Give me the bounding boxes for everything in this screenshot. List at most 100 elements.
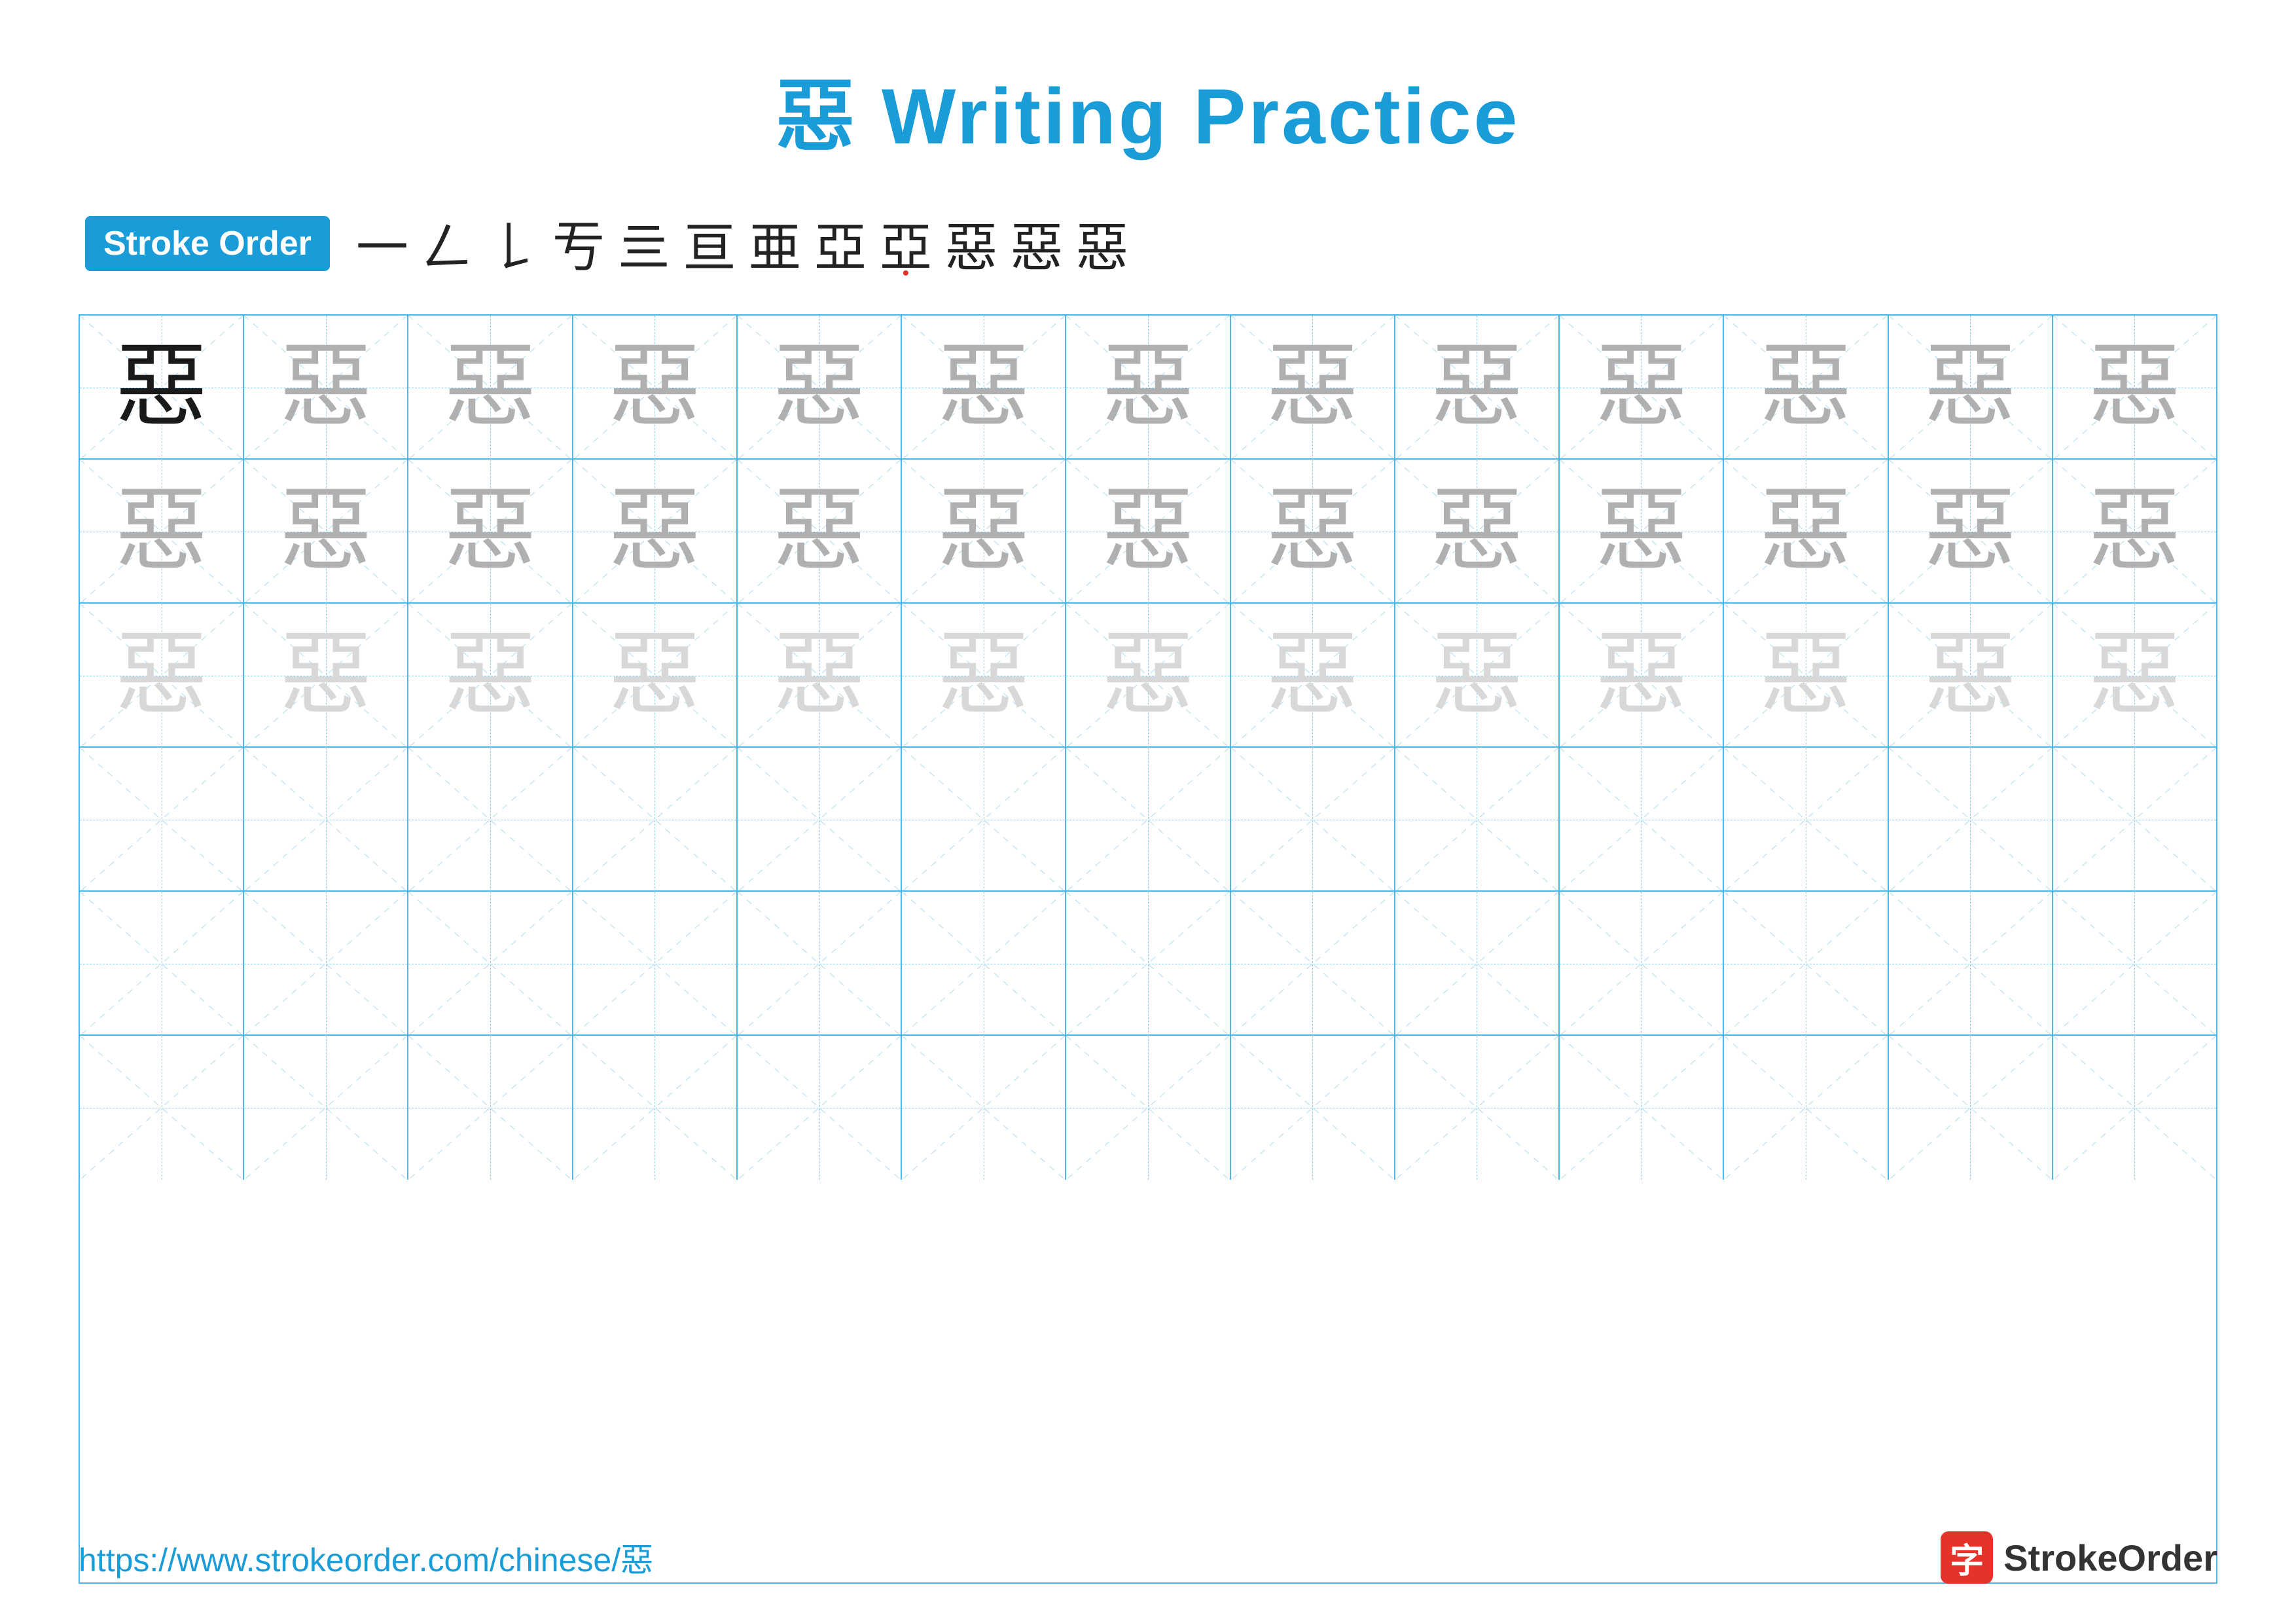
grid-cell[interactable]: 惡 [408, 604, 573, 748]
grid-cell[interactable]: 惡 [573, 316, 738, 460]
grid-cell[interactable] [1889, 748, 2053, 892]
practice-char: 惡 [1760, 342, 1852, 433]
grid-cell[interactable]: 惡 [1395, 460, 1560, 604]
grid-cell[interactable]: 惡 [902, 316, 1066, 460]
step-3: 𠄌 [487, 206, 539, 282]
grid-cell[interactable] [1395, 892, 1560, 1036]
grid-cell[interactable]: 惡 [1560, 460, 1724, 604]
grid-cell[interactable] [1889, 1036, 2053, 1180]
grid-cell[interactable]: 惡 [1724, 316, 1888, 460]
grid-cell[interactable]: 惡 [902, 604, 1066, 748]
grid-cell[interactable]: 惡 [1560, 316, 1724, 460]
grid-cell[interactable]: 惡 [1889, 604, 2053, 748]
practice-char: 惡 [1266, 630, 1358, 721]
grid-cell[interactable]: 惡 [80, 316, 244, 460]
practice-char: 惡 [1431, 486, 1522, 577]
grid-cell[interactable] [1066, 748, 1230, 892]
grid-cell[interactable] [1231, 1036, 1395, 1180]
grid-cell[interactable]: 惡 [408, 316, 573, 460]
practice-char: 惡 [1760, 630, 1852, 721]
grid-cell[interactable] [902, 892, 1066, 1036]
grid-cell[interactable] [2053, 892, 2216, 1036]
grid-cell[interactable] [573, 1036, 738, 1180]
grid-cell[interactable]: 惡 [2053, 460, 2216, 604]
grid-cell[interactable] [80, 1036, 244, 1180]
grid-cell[interactable]: 惡 [1889, 460, 2053, 604]
grid-cell[interactable]: 惡 [573, 604, 738, 748]
grid-cell[interactable] [244, 1036, 408, 1180]
grid-cell[interactable] [1066, 1036, 1230, 1180]
practice-char: 惡 [116, 342, 207, 433]
grid-cell[interactable] [573, 892, 738, 1036]
grid-cell[interactable]: 惡 [2053, 316, 2216, 460]
grid-cell[interactable] [1560, 892, 1724, 1036]
practice-char: 惡 [774, 342, 865, 433]
grid-cell[interactable]: 惡 [1231, 316, 1395, 460]
grid-cell[interactable]: 惡 [244, 604, 408, 748]
grid-cell[interactable]: 惡 [1724, 460, 1888, 604]
grid-cell[interactable] [1395, 748, 1560, 892]
grid-cell[interactable]: 惡 [1231, 604, 1395, 748]
practice-char: 惡 [1102, 342, 1194, 433]
grid-cell[interactable]: 惡 [902, 460, 1066, 604]
grid-cell[interactable] [2053, 748, 2216, 892]
grid-cell[interactable]: 惡 [244, 460, 408, 604]
practice-char: 惡 [280, 486, 372, 577]
grid-cell[interactable] [738, 748, 902, 892]
practice-char: 惡 [2089, 486, 2180, 577]
grid-cell[interactable] [408, 1036, 573, 1180]
grid-cell[interactable]: 惡 [2053, 604, 2216, 748]
grid-cell[interactable]: 惡 [408, 460, 573, 604]
grid-cell[interactable] [408, 748, 573, 892]
grid-cell[interactable]: 惡 [1395, 316, 1560, 460]
grid-cell[interactable] [244, 748, 408, 892]
practice-char: 惡 [444, 342, 536, 433]
grid-cell[interactable] [1231, 748, 1395, 892]
logo-text: StrokeOrder [2003, 1537, 2217, 1579]
grid-cell[interactable] [80, 748, 244, 892]
grid-cell[interactable] [1724, 1036, 1888, 1180]
grid-row [80, 892, 2216, 1036]
grid-cell[interactable]: 惡 [80, 460, 244, 604]
grid-cell[interactable]: 惡 [1724, 604, 1888, 748]
grid-cell[interactable] [902, 748, 1066, 892]
grid-cell[interactable] [738, 1036, 902, 1180]
practice-char: 惡 [444, 486, 536, 577]
grid-cell[interactable] [1560, 748, 1724, 892]
grid-cell[interactable] [1395, 1036, 1560, 1180]
grid-cell[interactable] [1560, 1036, 1724, 1180]
practice-char: 惡 [1924, 342, 2016, 433]
grid-cell[interactable] [738, 892, 902, 1036]
grid-cell[interactable]: 惡 [1395, 604, 1560, 748]
grid-cell[interactable] [1724, 748, 1888, 892]
step-6: 亘 [683, 206, 736, 282]
grid-cell[interactable] [408, 892, 573, 1036]
practice-char: 惡 [1102, 630, 1194, 721]
grid-cell[interactable]: 惡 [244, 316, 408, 460]
grid-cell[interactable]: 惡 [738, 460, 902, 604]
grid-cell[interactable]: 惡 [573, 460, 738, 604]
grid-cell[interactable] [244, 892, 408, 1036]
grid-cell[interactable] [902, 1036, 1066, 1180]
grid-cell[interactable] [1066, 892, 1230, 1036]
footer-logo-icon: 字 [1941, 1531, 1993, 1584]
grid-cell[interactable]: 惡 [80, 604, 244, 748]
grid-cell[interactable]: 惡 [738, 316, 902, 460]
grid-cell[interactable] [573, 748, 738, 892]
grid-cell[interactable]: 惡 [1560, 604, 1724, 748]
grid-cell[interactable]: 惡 [1066, 460, 1230, 604]
practice-char: 惡 [280, 630, 372, 721]
grid-cell[interactable]: 惡 [1231, 460, 1395, 604]
grid-cell[interactable]: 惡 [1066, 316, 1230, 460]
grid-cell[interactable]: 惡 [738, 604, 902, 748]
grid-cell[interactable] [1231, 892, 1395, 1036]
grid-cell[interactable]: 惡 [1889, 316, 2053, 460]
grid-cell[interactable] [80, 892, 244, 1036]
grid-cell[interactable]: 惡 [1066, 604, 1230, 748]
footer-url[interactable]: https://www.strokeorder.com/chinese/惡 [79, 1534, 653, 1581]
grid-cell[interactable] [2053, 1036, 2216, 1180]
practice-char: 惡 [444, 630, 536, 721]
grid-cell[interactable] [1889, 892, 2053, 1036]
grid-cell[interactable] [1724, 892, 1888, 1036]
practice-char: 惡 [1102, 486, 1194, 577]
